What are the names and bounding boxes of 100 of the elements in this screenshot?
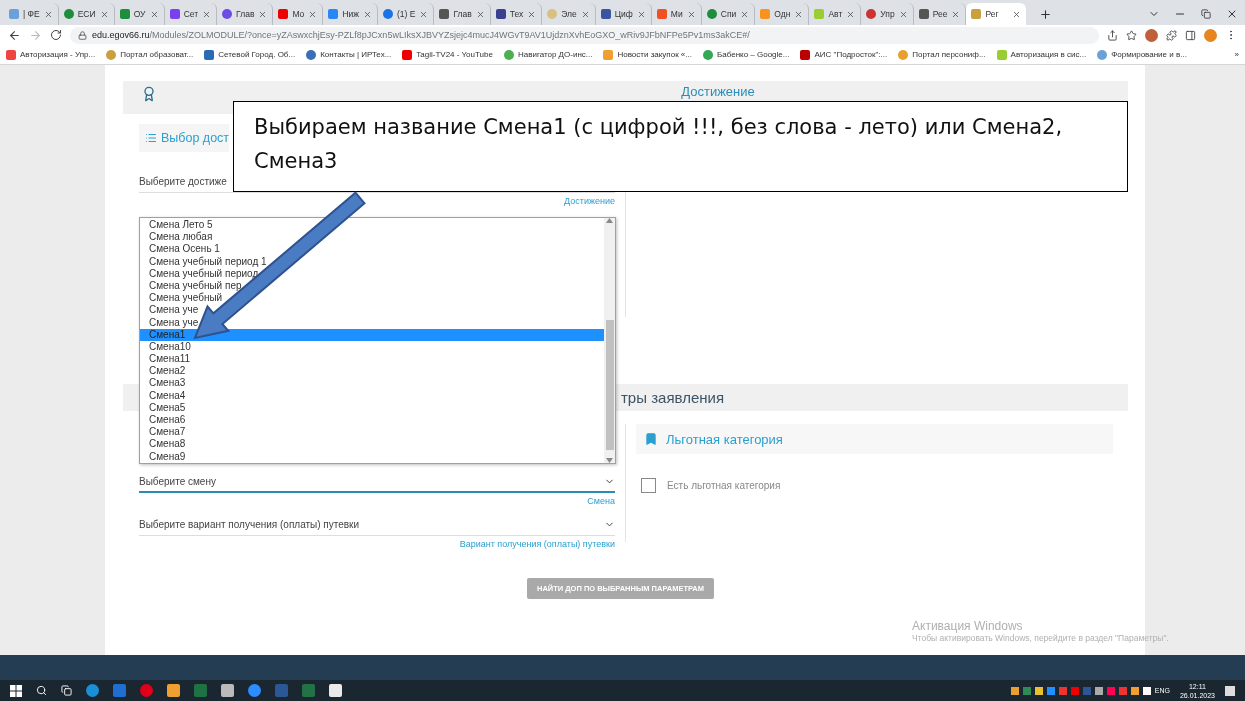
browser-tab[interactable]: Рег <box>966 3 1027 25</box>
lock-icon <box>78 30 87 40</box>
windows-logo-icon[interactable] <box>10 684 22 697</box>
callout-note: Выбираем название Смена1 (с цифрой !!!, без слова - лето) или Смена2, Смена3 <box>233 101 1128 192</box>
activation-title: Активация Windows <box>912 619 1024 633</box>
site-icon <box>9 9 19 19</box>
share-icon[interactable] <box>1107 29 1118 41</box>
bookmark-icon <box>644 432 658 446</box>
dropdown-option[interactable]: Смена5 <box>140 401 604 414</box>
panel-header: Льготная категория <box>636 424 1113 454</box>
bookmark-item[interactable]: АИС "Подросток":... <box>800 49 888 60</box>
bookmark-item[interactable]: Авторизация в сис... <box>996 49 1087 60</box>
bookmark-item[interactable]: Сетевой Город. Об... <box>204 49 296 60</box>
close-icon[interactable] <box>951 9 961 19</box>
bookmark-item[interactable]: Портал образоват... <box>106 49 194 60</box>
dropdown-option[interactable]: Смена любая <box>140 231 604 244</box>
bookmark-item[interactable]: Новости закупок «... <box>603 49 692 60</box>
dropdown-option[interactable]: Смена учебный пер <box>140 279 604 293</box>
close-icon[interactable] <box>580 9 590 19</box>
dropdown-option[interactable]: Смена учебный <box>140 292 604 305</box>
task-view-icon[interactable] <box>61 685 72 696</box>
close-icon[interactable] <box>363 9 372 19</box>
bookmark-item[interactable]: Навигатор ДО-инс... <box>503 49 593 60</box>
achievement-select[interactable]: Выберите достиже <box>139 170 232 192</box>
bookmark-item[interactable]: Бабенко – Google... <box>703 49 790 60</box>
site-icon <box>63 9 74 19</box>
dropdown-list[interactable] <box>139 217 616 464</box>
select-field[interactable]: Выберите смену <box>139 471 615 493</box>
dropdown-option[interactable]: Смена6 <box>140 414 604 427</box>
dropdown-option[interactable]: Смена9 <box>140 450 604 463</box>
bookmark-item[interactable]: Tagil-TV24 - YouTube <box>402 49 493 60</box>
site-icon <box>600 9 611 19</box>
site-icon <box>706 9 717 19</box>
bookmark-item[interactable]: Портал персониф... <box>898 49 986 60</box>
close-icon[interactable] <box>308 9 318 19</box>
search-icon[interactable] <box>36 685 47 696</box>
close-icon[interactable] <box>686 9 696 19</box>
extension-icon[interactable] <box>1145 28 1158 42</box>
close-icon[interactable] <box>202 9 212 19</box>
site-icon <box>866 9 877 19</box>
dropdown-option[interactable]: Смена1 <box>140 328 604 341</box>
close-icon[interactable] <box>258 9 268 19</box>
select-field[interactable]: Выберите вариант получения (оплаты) путевки <box>139 514 615 536</box>
dropdown-option[interactable]: Смена учебный период <box>140 267 604 280</box>
dropdown-option[interactable]: Смена Лето 5 <box>140 219 604 232</box>
close-icon[interactable] <box>527 9 537 19</box>
dropdown-option[interactable]: Смена учебный период 1 <box>140 255 604 268</box>
close-icon[interactable] <box>149 9 159 19</box>
scrollbar[interactable] <box>604 218 615 463</box>
site-icon <box>278 9 289 19</box>
reload-icon[interactable] <box>50 29 62 41</box>
site-icon <box>918 9 929 19</box>
side-panel-icon[interactable] <box>1185 29 1196 41</box>
dropdown-option[interactable]: Смена7 <box>140 426 604 439</box>
close-icon[interactable] <box>898 9 908 19</box>
benefit-checkbox[interactable]: Есть льготная категория <box>641 478 781 493</box>
dropdown-option[interactable]: Смена4 <box>140 389 604 402</box>
site-icon <box>760 9 771 19</box>
close-icon[interactable] <box>846 9 856 19</box>
close-icon[interactable] <box>475 9 485 19</box>
ribbon-icon <box>141 86 157 102</box>
close-icon[interactable] <box>419 9 429 19</box>
site-icon <box>547 9 558 19</box>
bookmark-item[interactable]: Формирование и в... <box>1097 49 1187 60</box>
dropdown-option[interactable]: Смена2 <box>140 365 604 378</box>
scroll-up-icon[interactable] <box>606 218 613 223</box>
more-bookmarks[interactable]: » <box>1234 50 1239 59</box>
bookmark-item[interactable]: Контакты | ИРТех... <box>306 49 392 60</box>
taskbar-app-icon[interactable] <box>329 684 342 697</box>
dropdown-option[interactable]: Смена уче <box>140 304 604 317</box>
close-icon[interactable] <box>1012 9 1022 19</box>
dropdown-option[interactable]: Смена уче <box>140 316 604 329</box>
bookmark-item[interactable]: Авторизация - Упр... <box>6 49 96 60</box>
close-icon[interactable] <box>99 9 109 19</box>
site-icon <box>814 9 825 19</box>
site-icon <box>656 9 667 19</box>
puzzle-icon[interactable] <box>1166 29 1177 41</box>
dropdown-option[interactable]: Смена10 <box>140 340 604 354</box>
dropdown-option[interactable]: Смена11 <box>140 353 604 366</box>
back-icon[interactable] <box>8 28 21 42</box>
star-icon[interactable] <box>1126 29 1137 41</box>
notification-icon[interactable] <box>1225 685 1235 696</box>
address-field[interactable]: edu.egov66.ru/Modules/ZOLMODULE/?once=yZAswxchjEsy-PZLf8pJCxn5wLIksXJBVYZsjejc4mucJ4WGvT9AV1UjdznXvhEoGXO_wRiv9JFbNFPe5Pv1ms3akCE#/ <box>70 26 1099 44</box>
field-caption: Смена <box>587 496 615 506</box>
close-icon[interactable] <box>740 9 750 19</box>
taskbar-app-icon[interactable] <box>248 684 261 697</box>
scroll-down-icon[interactable] <box>606 458 613 463</box>
close-icon[interactable] <box>636 9 646 19</box>
taskbar-app-icon[interactable] <box>221 684 234 697</box>
close-icon[interactable] <box>43 9 53 19</box>
taskbar-app-icon[interactable] <box>140 684 153 697</box>
field-caption: Вариант получения (оплаты) путевки <box>459 539 615 549</box>
dropdown-option[interactable]: Смена8 <box>140 438 604 451</box>
taskbar-app-icon[interactable] <box>86 684 99 697</box>
site-icon <box>328 9 339 19</box>
taskbar-app-icon[interactable] <box>167 684 180 697</box>
close-icon[interactable] <box>794 9 804 19</box>
dropdown-option[interactable]: Смена Осень 1 <box>140 243 604 256</box>
header-title: Достижение <box>680 84 756 99</box>
profile-avatar[interactable] <box>1204 28 1217 42</box>
